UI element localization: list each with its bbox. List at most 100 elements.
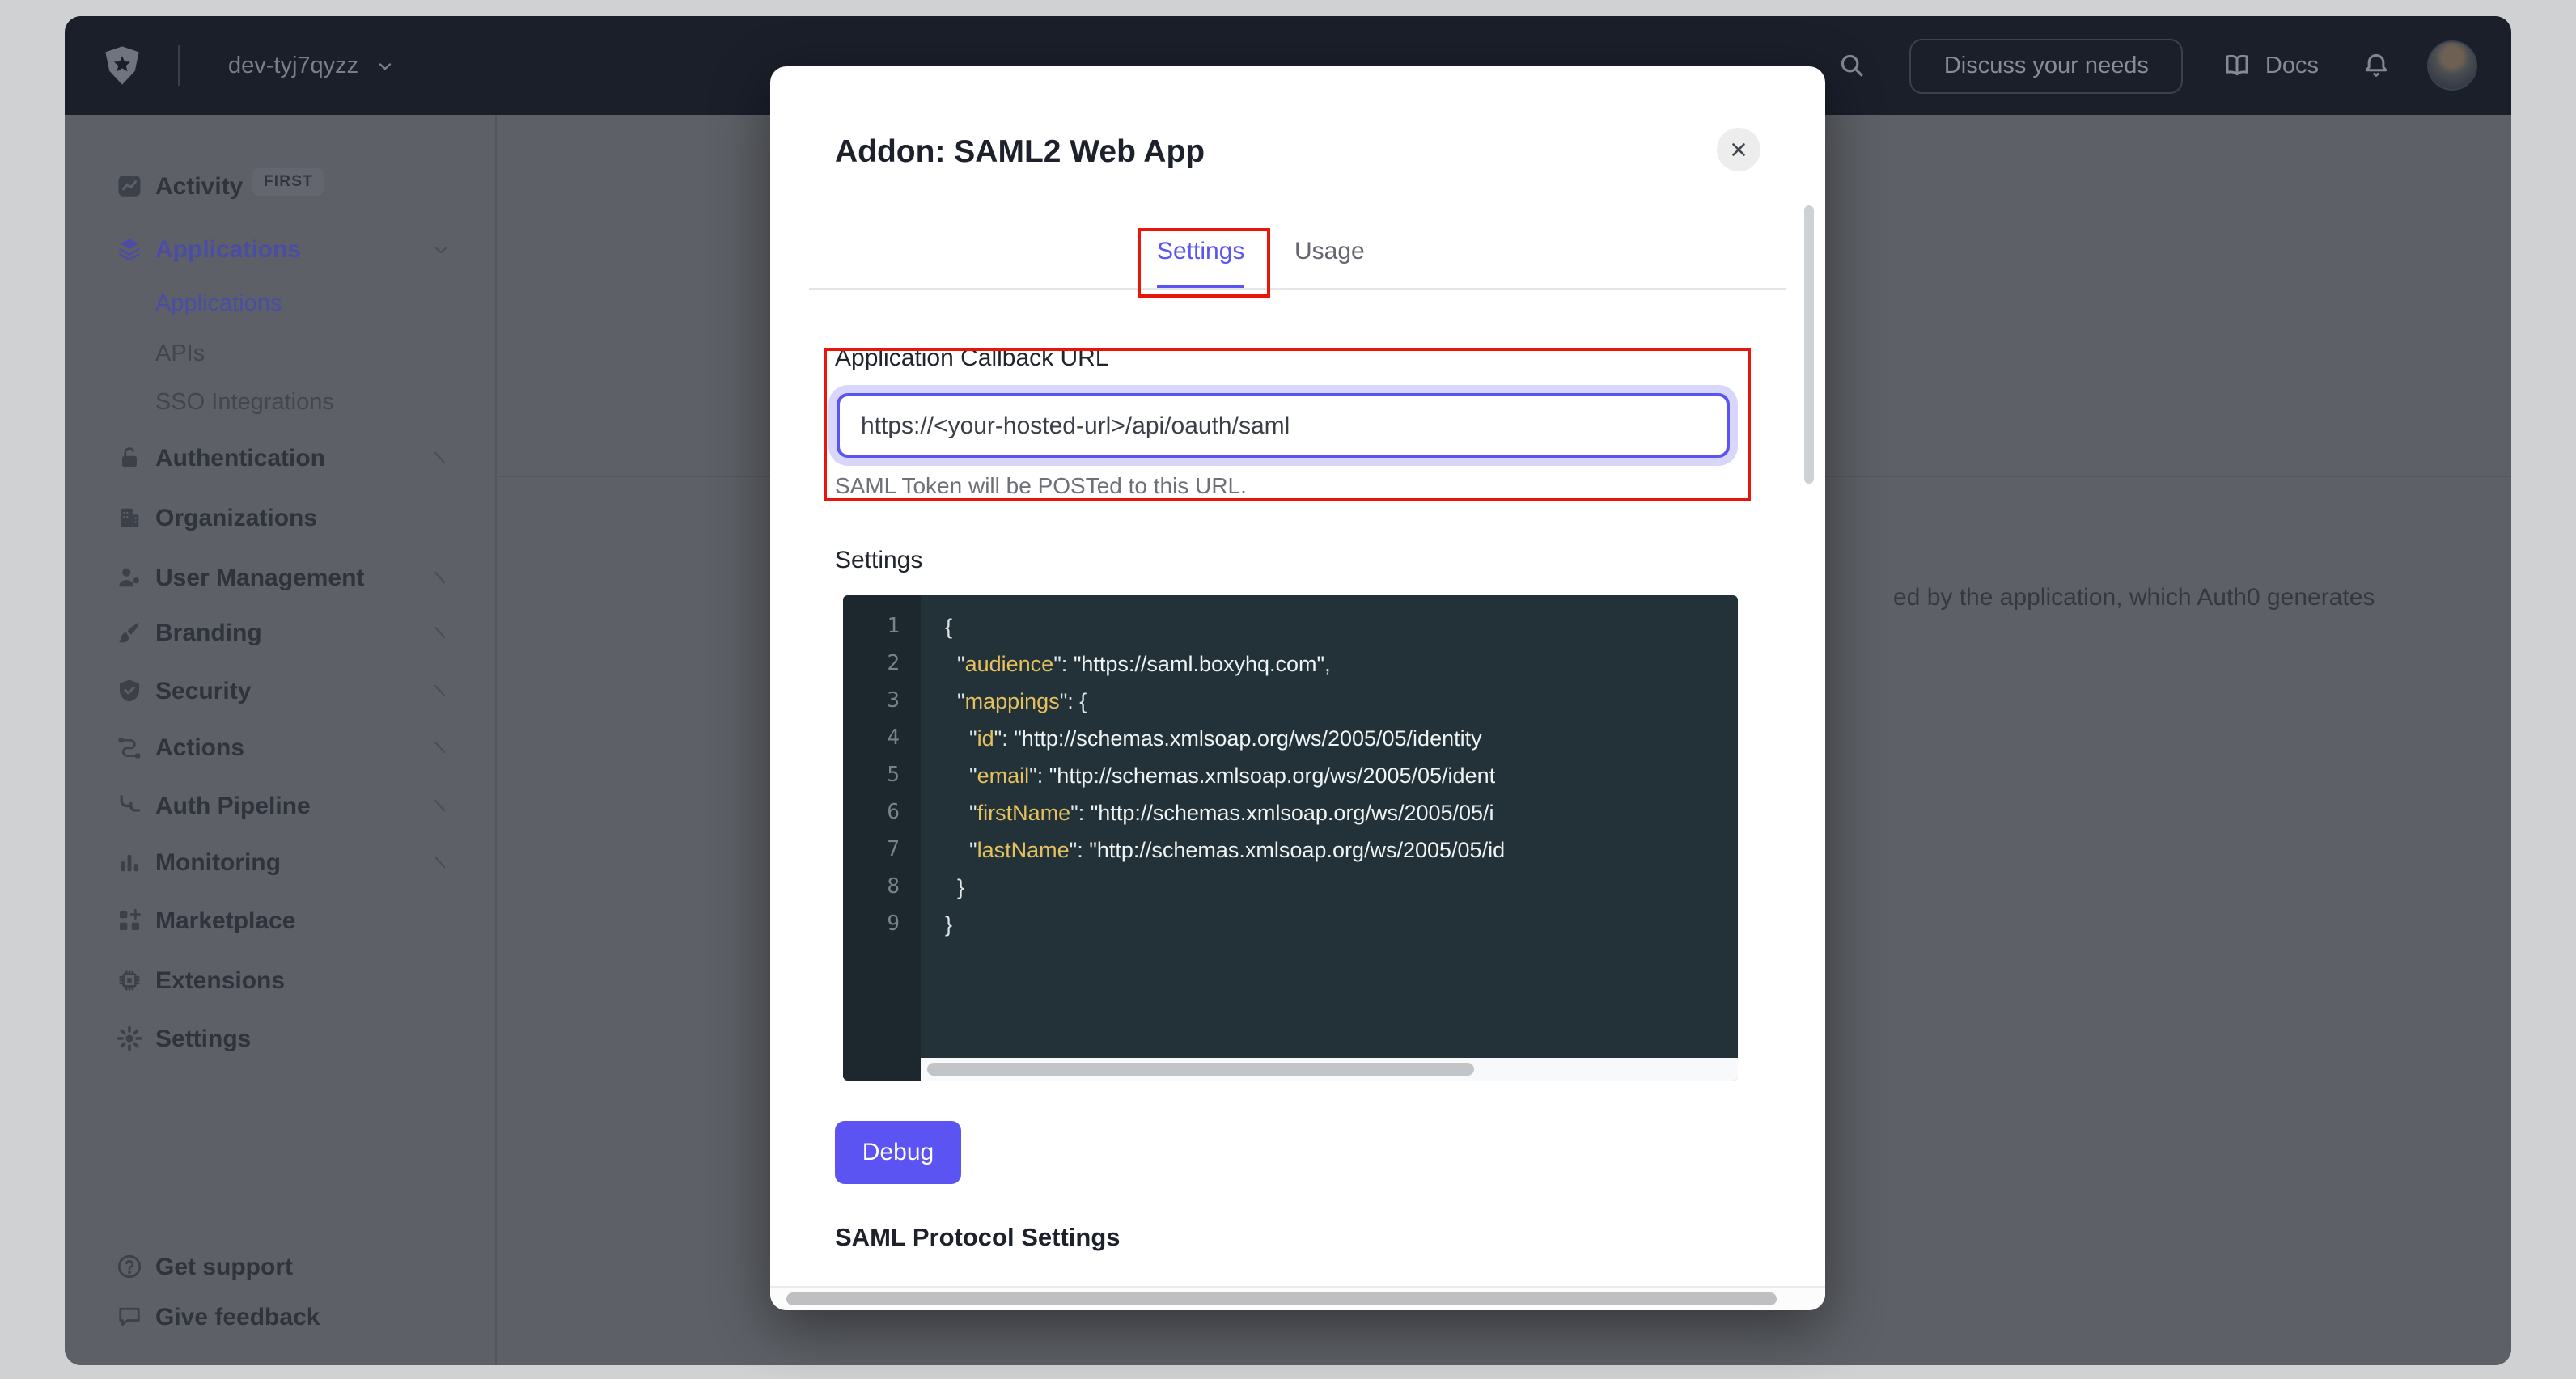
sidebar-item-label: Organizations [155,504,317,531]
sidebar-item-label: User Management [155,564,364,591]
sidebar-item-user-management[interactable]: User Management [65,553,495,602]
sidebar-item-settings[interactable]: Settings [65,1014,495,1063]
sidebar-item-apis[interactable]: APIs [65,330,495,379]
sidebar: Activity FIRST Applications Applications API… [65,115,497,1365]
shield-icon [115,676,144,705]
sidebar-item-label: Give feedback [155,1303,320,1330]
callback-url-input[interactable] [837,393,1730,458]
sidebar-item-get-support[interactable]: Get support [65,1242,495,1291]
chip-icon [115,966,144,995]
sidebar-item-auth-pipeline[interactable]: Auth Pipeline [65,781,495,830]
flow-icon [115,733,144,762]
code-line: "audience": "https://saml.boxyhq.com", [921,645,1738,683]
settings-section-label: Settings [835,547,922,574]
debug-button[interactable]: Debug [835,1121,961,1184]
tenant-switcher[interactable]: dev-tyj7qyzz [228,16,394,115]
sidebar-item-label: Marketplace [155,907,295,934]
sidebar-item-label: Settings [155,1025,251,1052]
auth0-logo-icon [100,44,144,87]
user-avatar[interactable] [2427,40,2477,91]
chevron-right-icon [430,622,451,643]
activity-icon [115,171,144,201]
sidebar-item-actions[interactable]: Actions [65,723,495,772]
tab-settings[interactable]: Settings [1157,238,1244,265]
sidebar-item-label: Get support [155,1253,293,1280]
sidebar-item-organizations[interactable]: Organizations [65,493,495,542]
code-content: { "audience": "https://saml.boxyhq.com",… [921,595,1738,1058]
code-line: "lastName": "http://schemas.xmlsoap.org/… [921,831,1738,869]
code-line: "id": "http://schemas.xmlsoap.org/ws/200… [921,720,1738,757]
chevron-right-icon [430,795,451,816]
chevron-right-icon [430,852,451,873]
addons-description-right-fragment: ed by the application, which Auth0 gener… [1893,584,2375,611]
line-number: 6 [843,794,921,831]
applications-icon [115,235,144,264]
chevron-right-icon [430,567,451,588]
line-number: 3 [843,683,921,720]
sidebar-item-label: Authentication [155,444,325,472]
sidebar-item-applications[interactable]: Applications [65,225,495,273]
chevron-right-icon [430,737,451,758]
sidebar-item-security[interactable]: Security [65,666,495,715]
close-icon[interactable] [1717,128,1760,171]
gear-icon [115,1024,144,1053]
sidebar-item-label: Activity [155,172,243,200]
sidebar-item-label: Security [155,677,251,704]
line-number: 9 [843,906,921,943]
sidebar-item-label: Auth Pipeline [155,792,311,819]
docs-link[interactable]: Docs [2222,50,2319,81]
callback-url-label: Application Callback URL [835,345,1109,372]
code-line: "firstName": "http://schemas.xmlsoap.org… [921,794,1738,831]
brush-icon [115,618,144,647]
sidebar-item-applications[interactable]: Applications [65,280,495,328]
sidebar-item-label: Extensions [155,967,285,994]
chevron-right-icon [430,447,451,468]
settings-code-editor[interactable]: 123456789 { "audience": "https://saml.bo… [843,595,1738,1081]
bell-icon[interactable] [2361,50,2392,81]
building-icon [115,503,144,532]
sidebar-item-monitoring[interactable]: Monitoring [65,838,495,886]
chat-icon [115,1302,144,1331]
discuss-your-needs-button[interactable]: Discuss your needs [1910,38,2183,93]
tab-usage[interactable]: Usage [1294,238,1365,265]
modal-title: Addon: SAML2 Web App [835,134,1205,171]
modal-addon-saml2: Addon: SAML2 Web App Settings Usage Appl… [770,66,1825,1310]
sidebar-item-extensions[interactable]: Extensions [65,956,495,1005]
callback-url-helper: SAML Token will be POSTed to this URL. [835,472,1247,498]
sidebar-item-label: APIs [155,341,205,367]
sidebar-item-activity[interactable]: Activity FIRST [65,162,495,210]
sidebar-item-authentication[interactable]: Authentication [65,434,495,482]
pipeline-icon [115,791,144,820]
sidebar-item-branding[interactable]: Branding [65,608,495,657]
chevron-down-icon [375,56,394,75]
grid-plus-icon [115,906,144,935]
line-number: 8 [843,869,921,906]
sidebar-item-sso-integrations[interactable]: SSO Integrations [65,379,495,427]
sidebar-item-marketplace[interactable]: Marketplace [65,896,495,945]
modal-vertical-scrollbar[interactable] [1804,205,1814,484]
modal-scrollbar-thumb[interactable] [786,1292,1777,1305]
line-number: 4 [843,720,921,757]
line-number: 1 [843,608,921,645]
nav-right-group: Discuss your needs Docs [1837,16,2477,115]
sidebar-item-label: Applications [155,291,282,317]
code-line: } [921,869,1738,906]
sidebar-item-label: SSO Integrations [155,390,334,416]
sidebar-item-give-feedback[interactable]: Give feedback [65,1292,495,1341]
book-icon [2222,50,2252,81]
chevron-down-icon [430,239,451,260]
sidebar-item-label: Applications [155,235,301,263]
first-badge: FIRST [252,168,324,196]
line-number: 7 [843,831,921,869]
help-icon [115,1252,144,1281]
sidebar-item-label: Monitoring [155,848,281,876]
search-icon[interactable] [1837,50,1868,81]
tenant-name: dev-tyj7qyzz [228,53,358,78]
code-line: "email": "http://schemas.xmlsoap.org/ws/… [921,757,1738,794]
code-horizontal-scrollbar[interactable] [921,1058,1738,1081]
screenshot-stage: dev-tyj7qyzz Discuss your needs Docs Act… [0,0,2576,1379]
code-scrollbar-thumb[interactable] [927,1063,1474,1076]
modal-horizontal-scrollbar[interactable] [770,1286,1825,1310]
sidebar-item-label: Branding [155,619,262,646]
bars-icon [115,848,144,877]
